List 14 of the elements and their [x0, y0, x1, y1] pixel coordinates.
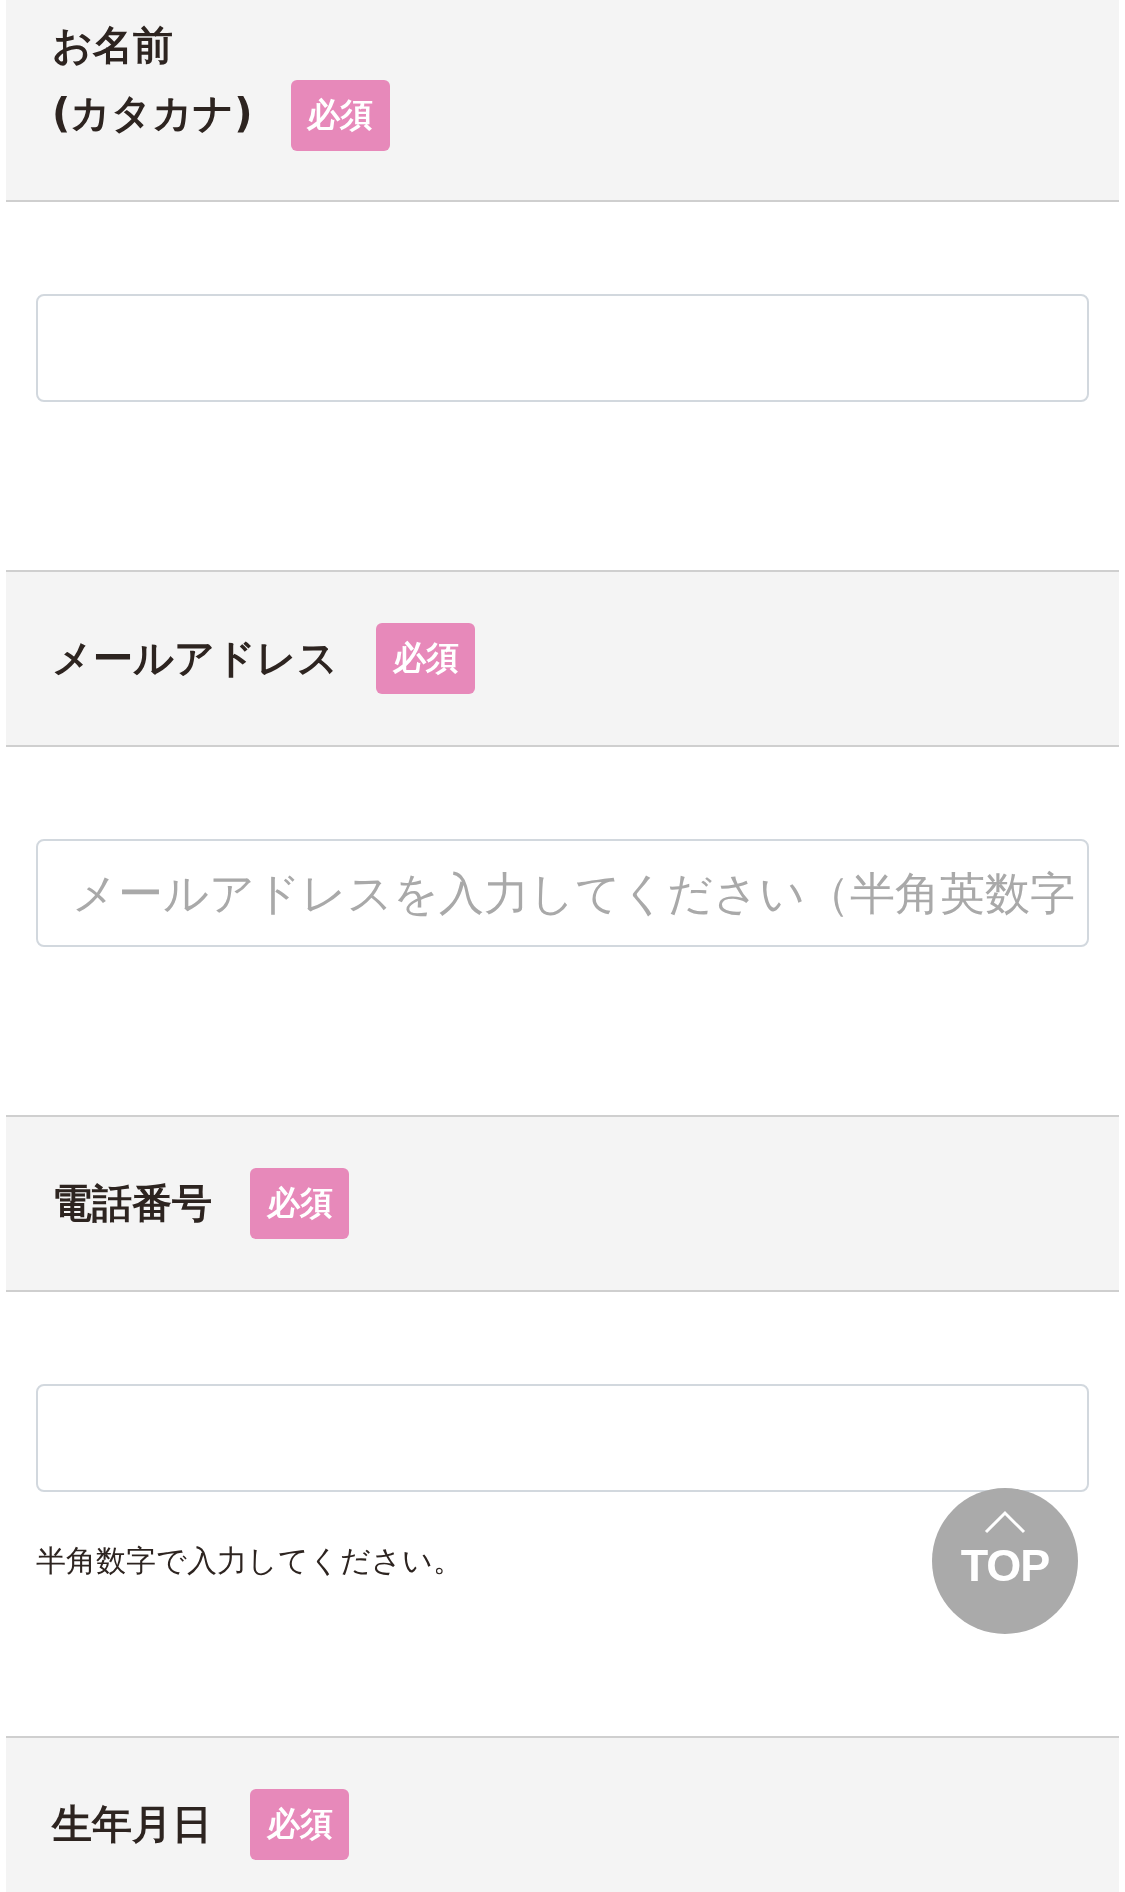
required-badge: 必須	[250, 1168, 349, 1239]
field-label: メールアドレス	[52, 634, 338, 683]
field-label: 電話番号	[52, 1179, 212, 1228]
required-badge: 必須	[250, 1789, 349, 1860]
text-input-field[interactable]	[36, 294, 1089, 402]
helper-text: 半角数字で入力してください。	[36, 1543, 463, 1579]
field-label: お名前 (カタカナ)	[52, 21, 253, 138]
required-badge: 必須	[290, 80, 390, 151]
back-to-top-button[interactable]: TOP	[932, 1488, 1078, 1634]
text-input-field[interactable]	[36, 1384, 1089, 1492]
field-label: 生年月日	[52, 1800, 212, 1849]
chevron-up-icon	[984, 1510, 1026, 1534]
text-input-field[interactable]: メールアドレスを入力してください（半角英数字	[36, 839, 1089, 947]
required-badge: 必須	[376, 623, 475, 694]
